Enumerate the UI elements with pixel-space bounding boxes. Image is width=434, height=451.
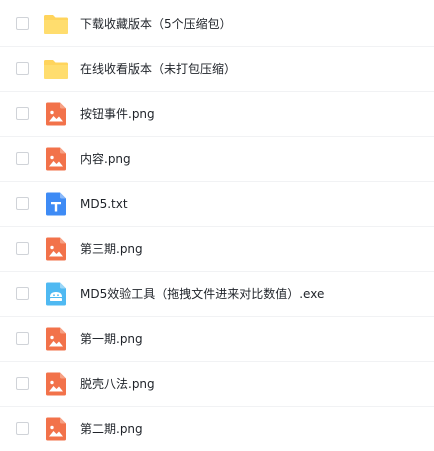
file-row-folder-download[interactable]: 下载收藏版本（5个压缩包） xyxy=(0,2,434,47)
row-checkbox[interactable] xyxy=(16,242,29,255)
executable-file-icon xyxy=(43,282,69,306)
image-file-icon xyxy=(43,327,69,351)
file-name[interactable]: 下载收藏版本（5个压缩包） xyxy=(80,15,232,33)
file-name[interactable]: MD5.txt xyxy=(80,195,128,213)
file-name[interactable]: MD5效验工具（拖拽文件进来对比数值）.exe xyxy=(80,285,324,303)
file-list: 下载收藏版本（5个压缩包） 在线收看版本（未打包压缩） 按钮事件.png 内容.… xyxy=(0,0,434,451)
image-file-icon xyxy=(43,237,69,261)
row-checkbox[interactable] xyxy=(16,62,29,75)
file-row-image[interactable]: 脱壳八法.png xyxy=(0,362,434,407)
file-name[interactable]: 按钮事件.png xyxy=(80,105,155,123)
file-name[interactable]: 内容.png xyxy=(80,150,131,168)
row-checkbox[interactable] xyxy=(16,377,29,390)
row-checkbox[interactable] xyxy=(16,17,29,30)
file-row-text[interactable]: MD5.txt xyxy=(0,182,434,227)
file-row-image[interactable]: 第三期.png xyxy=(0,227,434,272)
file-row-image[interactable]: 内容.png xyxy=(0,137,434,182)
row-checkbox[interactable] xyxy=(16,107,29,120)
file-name[interactable]: 在线收看版本（未打包压缩） xyxy=(80,60,236,78)
row-checkbox[interactable] xyxy=(16,422,29,435)
file-row-image[interactable]: 第一期.png xyxy=(0,317,434,362)
file-name[interactable]: 脱壳八法.png xyxy=(80,375,155,393)
file-row-image[interactable]: 按钮事件.png xyxy=(0,92,434,137)
image-file-icon xyxy=(43,372,69,396)
file-row-folder-online[interactable]: 在线收看版本（未打包压缩） xyxy=(0,47,434,92)
file-row-executable[interactable]: MD5效验工具（拖拽文件进来对比数值）.exe xyxy=(0,272,434,317)
image-file-icon xyxy=(43,147,69,171)
row-checkbox[interactable] xyxy=(16,332,29,345)
row-checkbox[interactable] xyxy=(16,197,29,210)
file-row-image[interactable]: 第二期.png xyxy=(0,407,434,451)
row-checkbox[interactable] xyxy=(16,287,29,300)
folder-icon xyxy=(43,12,69,36)
folder-icon xyxy=(43,57,69,81)
file-name[interactable]: 第一期.png xyxy=(80,330,143,348)
image-file-icon xyxy=(43,417,69,441)
file-name[interactable]: 第二期.png xyxy=(80,420,143,438)
image-file-icon xyxy=(43,102,69,126)
file-name[interactable]: 第三期.png xyxy=(80,240,143,258)
row-checkbox[interactable] xyxy=(16,152,29,165)
text-file-icon xyxy=(43,192,69,216)
